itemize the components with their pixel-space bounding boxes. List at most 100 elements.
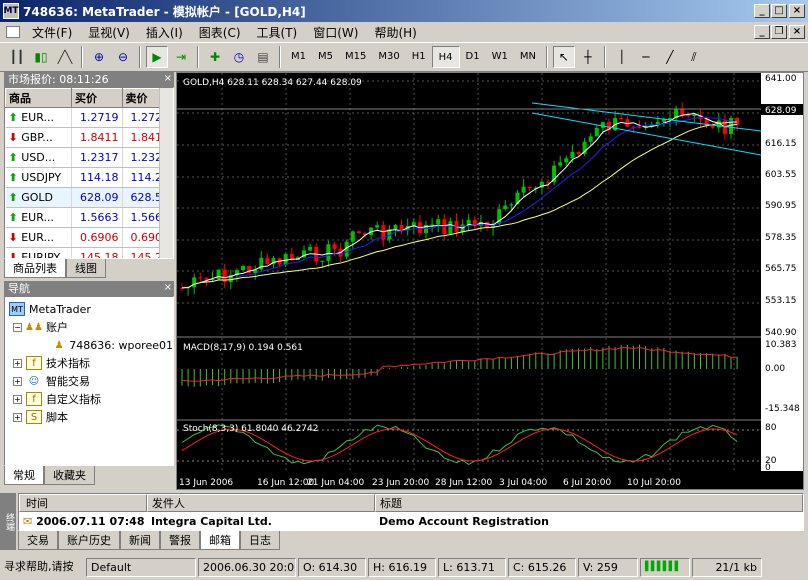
tree-scripts[interactable]: + S 脚本 [5, 408, 173, 426]
market-watch-scrollbar[interactable] [159, 88, 173, 258]
timeframe-h4[interactable]: H4 [431, 46, 460, 68]
table-row[interactable]: ⬇ EUR... 0.6906 0.6909 [5, 227, 173, 248]
col-subject[interactable]: 标题 [375, 494, 803, 512]
horizontal-line-icon[interactable]: ─ [635, 46, 657, 68]
candle-body [198, 277, 203, 279]
line-chart-icon[interactable]: ╱╲ [54, 46, 76, 68]
table-row[interactable]: ⬆ EUR... 1.2719 1.2721 [5, 107, 173, 128]
maximize-icon[interactable]: □ [771, 4, 787, 18]
timeframe-h1[interactable]: H1 [406, 46, 432, 68]
templates-icon[interactable]: ▤ [252, 46, 274, 68]
periods-icon[interactable]: ◷ [228, 46, 250, 68]
menu-insert[interactable]: 插入(I) [138, 24, 191, 41]
status-low: L: 613.71 [438, 558, 506, 577]
tree-accounts[interactable]: − ♟♟ 账户 [5, 318, 173, 336]
timeframe-d1[interactable]: D1 [460, 46, 486, 68]
navigator-close-icon[interactable]: × [164, 282, 172, 293]
tree-experts[interactable]: + ☺ 智能交易 [5, 372, 173, 390]
table-row[interactable]: ⬇ GBP... 1.8411 1.8415 [5, 127, 173, 148]
stoch-tick: 0 [765, 463, 771, 473]
tree-account[interactable]: ♟ 748636: wporee01 [5, 336, 173, 354]
menu-tools[interactable]: 工具(T) [249, 24, 306, 41]
tab-alerts[interactable]: 警报 [160, 531, 200, 550]
status-profile: Default [86, 558, 196, 577]
mail-from: Integra Capital Ltd. [151, 514, 272, 528]
tab-common[interactable]: 常规 [4, 466, 44, 485]
zoom-out-icon[interactable]: ⊖ [112, 46, 134, 68]
table-row[interactable]: ✉ 2006.07.11 07:48 Integra Capital Ltd. … [19, 512, 803, 530]
crosshair-icon[interactable]: ┼ [577, 46, 599, 68]
menu-charts[interactable]: 图表(C) [191, 24, 249, 41]
col-symbol[interactable]: 商品 [5, 88, 72, 108]
minimize-icon[interactable]: _ [754, 4, 770, 18]
candle-body [600, 122, 605, 128]
price-tick: 565.75 [765, 264, 797, 274]
candle-body [588, 136, 593, 142]
bid-cell: 628.09 [71, 187, 123, 208]
autoscroll-icon[interactable]: ▶ [146, 46, 168, 68]
table-row[interactable]: ⬇ EURJPY 145.18 145.22 [5, 247, 173, 258]
timeframe-m1[interactable]: M1 [285, 46, 312, 68]
macd-tick: 0.00 [765, 364, 785, 374]
candle-body [619, 117, 624, 120]
custom-indicator-icon: f [26, 392, 42, 406]
cursor-icon[interactable]: ↖ [552, 46, 575, 68]
trendline-icon[interactable]: ╱ [659, 46, 681, 68]
price-tick-current: 628.09 [765, 106, 797, 116]
terminal-panel: 终端 时间 发件人 标题 ✉ 2006.07.11 07:48 Integra … [0, 493, 808, 550]
tab-mailbox[interactable]: 邮箱 [200, 531, 240, 550]
col-bid[interactable]: 买价 [71, 88, 123, 108]
channel-icon[interactable]: ⫽ [683, 46, 705, 68]
table-row[interactable]: ⬆ EUR... 1.5663 1.5667 [5, 207, 173, 228]
candle-body [436, 219, 441, 225]
tab-account-history[interactable]: 账户历史 [58, 531, 120, 550]
expand-icon[interactable]: + [13, 412, 22, 422]
child-restore-icon[interactable]: ❐ [771, 25, 787, 39]
col-time[interactable]: 时间 [19, 494, 147, 512]
expand-icon[interactable]: + [13, 358, 22, 368]
arrow-up-icon: ⬆ [8, 151, 18, 164]
timeframe-w1[interactable]: W1 [486, 46, 514, 68]
col-from[interactable]: 发件人 [147, 494, 375, 512]
indicators-icon[interactable]: ✚ [204, 46, 226, 68]
child-minimize-icon[interactable]: _ [754, 25, 770, 39]
candle-body [546, 181, 550, 183]
expand-icon[interactable]: + [13, 394, 22, 404]
chart-canvas[interactable]: GOLD,H4 628.11 628.34 627.44 628.09 MACD… [177, 73, 803, 489]
menu-window[interactable]: 窗口(W) [305, 24, 366, 41]
chart-window[interactable]: GOLD,H4 628.11 628.34 627.44 628.09 MACD… [176, 72, 804, 490]
timeframe-mn[interactable]: MN [514, 46, 542, 68]
expand-icon[interactable]: + [13, 376, 22, 386]
close-icon[interactable]: × [789, 4, 805, 18]
menu-file[interactable]: 文件(F) [24, 24, 80, 41]
timeframe-m5[interactable]: M5 [312, 46, 339, 68]
document-icon[interactable] [6, 26, 20, 38]
candlestick-icon[interactable]: ▮▯ [30, 46, 52, 68]
tab-journal[interactable]: 日志 [240, 531, 280, 550]
tab-trade[interactable]: 交易 [18, 531, 58, 550]
collapse-icon[interactable]: − [13, 322, 22, 332]
market-watch-close-icon[interactable]: × [164, 73, 172, 84]
table-row[interactable]: ⬆ USD... 1.2317 1.2321 [5, 147, 173, 168]
candle-body [241, 266, 245, 271]
child-close-icon[interactable]: × [789, 25, 805, 39]
table-row[interactable]: ⬆ GOLD 628.09 628.59 [5, 187, 173, 208]
tree-custom-indicators[interactable]: + f 自定义指标 [5, 390, 173, 408]
macd-tick: -15.348 [765, 404, 800, 414]
zoom-in-icon[interactable]: ⊕ [88, 46, 110, 68]
tab-favorites[interactable]: 收藏夹 [44, 466, 95, 485]
table-row[interactable]: ⬆ USDJPY 114.18 114.21 [5, 167, 173, 188]
tab-symbols[interactable]: 商品列表 [4, 259, 66, 278]
timeframe-m30[interactable]: M30 [372, 46, 405, 68]
menu-view[interactable]: 显视(V) [80, 24, 138, 41]
tab-tick-chart[interactable]: 线图 [66, 259, 106, 278]
vertical-line-icon[interactable]: │ [611, 46, 633, 68]
tree-root[interactable]: MT MetaTrader [5, 300, 173, 318]
candle-body [350, 231, 355, 242]
bar-chart-icon[interactable]: ┃┃ [6, 46, 28, 68]
menu-help[interactable]: 帮助(H) [366, 24, 424, 41]
timeframe-m15[interactable]: M15 [339, 46, 372, 68]
tab-news[interactable]: 新闻 [120, 531, 160, 550]
chart-shift-icon[interactable]: ⇥ [170, 46, 192, 68]
tree-indicators[interactable]: + f 技术指标 [5, 354, 173, 372]
